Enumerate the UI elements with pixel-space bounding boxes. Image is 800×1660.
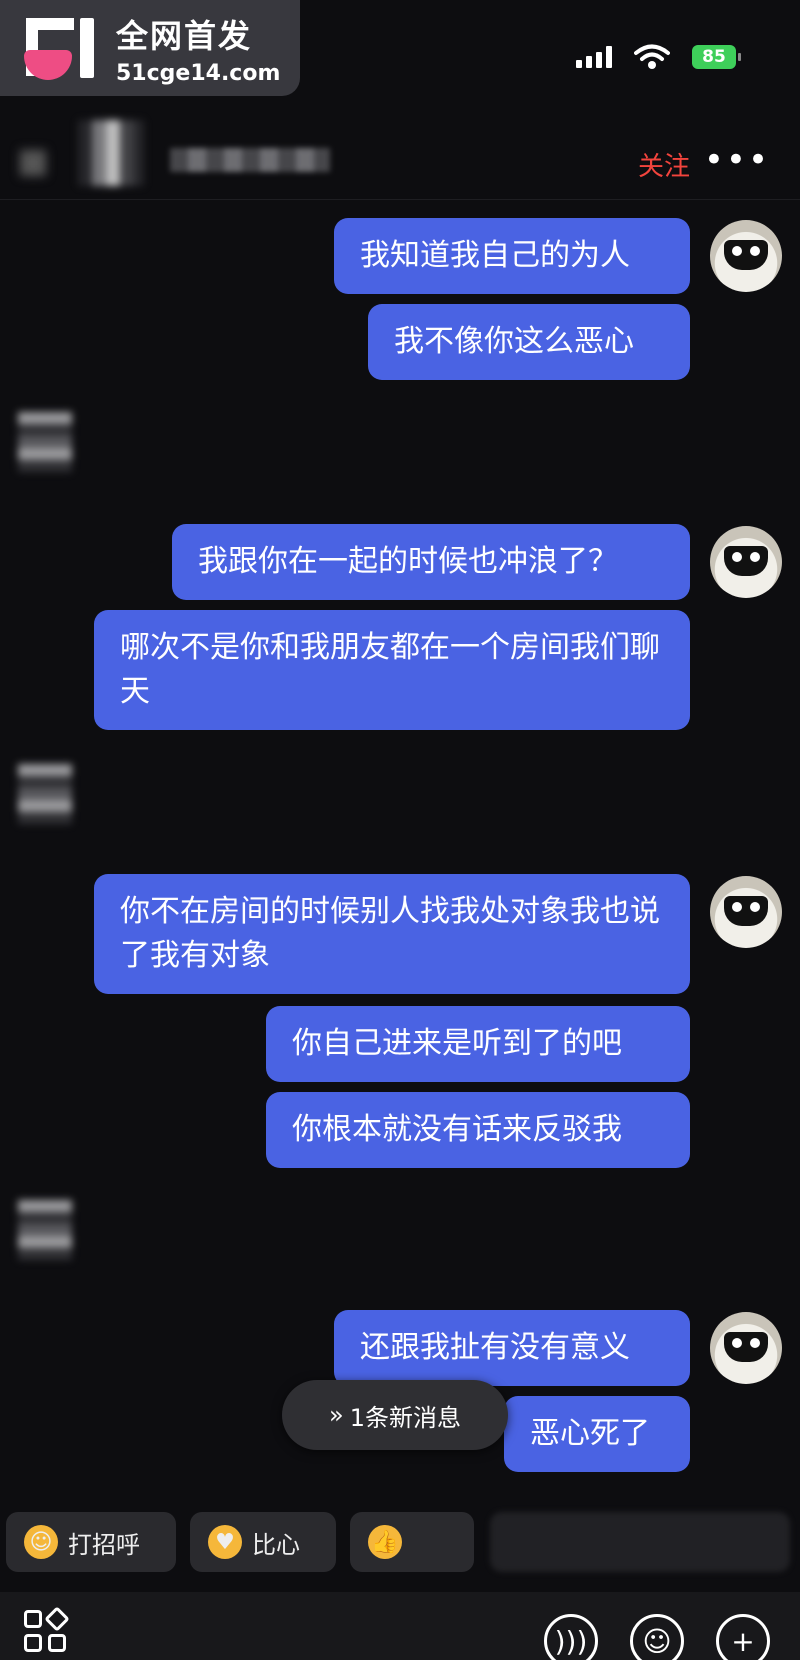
message-bubble[interactable]: 你自己进来是听到了的吧 <box>266 1006 690 1082</box>
heart-hands-emoji-icon: ♥ <box>208 1525 242 1559</box>
watermark-banner: 全网首发 51cge14.com <box>0 0 300 96</box>
quick-reply-label: 打招呼 <box>68 1530 140 1559</box>
contact-avatar[interactable] <box>78 120 144 186</box>
chat-screen: 全网首发 51cge14.com 85 关注 ••• 我知道我自己的为人 我不像… <box>0 0 800 1660</box>
my-avatar[interactable] <box>710 876 782 948</box>
message-bubble[interactable]: 我不像你这么恶心 <box>368 304 690 380</box>
status-bar: 85 <box>576 44 741 70</box>
signal-icon <box>576 46 612 68</box>
other-avatar[interactable] <box>18 764 72 824</box>
watermark-logo <box>22 16 102 80</box>
follow-button[interactable]: 关注 <box>638 146 690 183</box>
new-message-pill[interactable]: » 1条新消息 <box>282 1380 508 1450</box>
input-toolbar: ))) ☺ + <box>0 1592 800 1660</box>
message-bubble[interactable]: 我知道我自己的为人 <box>334 218 690 294</box>
message-bubble[interactable]: 你根本就没有话来反驳我 <box>266 1092 690 1168</box>
message-bubble[interactable]: 你不在房间的时候别人找我处对象我也说了我有对象 <box>94 874 690 994</box>
message-bubble[interactable]: 哪次不是你和我朋友都在一个房间我们聊天 <box>94 610 690 730</box>
my-avatar[interactable] <box>710 526 782 598</box>
battery-icon: 85 <box>692 45 741 69</box>
contact-name-redacted <box>170 148 330 172</box>
my-avatar[interactable] <box>710 220 782 292</box>
quick-reply-thumbs[interactable]: 👍 <box>350 1512 474 1572</box>
voice-icon[interactable]: ))) <box>544 1614 598 1660</box>
double-chevron-down-icon: » <box>329 1401 344 1429</box>
more-icon[interactable]: ••• <box>704 140 770 180</box>
quick-reply-label: 比心 <box>252 1530 300 1559</box>
message-bubble[interactable]: 恶心死了 <box>504 1396 690 1472</box>
message-bubble[interactable]: 还跟我扯有没有意义 <box>334 1310 690 1386</box>
thumbs-up-emoji-icon: 👍 <box>368 1525 402 1559</box>
back-icon[interactable] <box>20 150 46 176</box>
new-message-label: 1条新消息 <box>349 1403 461 1432</box>
other-avatar[interactable] <box>18 412 72 472</box>
plus-icon[interactable]: + <box>716 1614 770 1660</box>
message-bubble[interactable]: 我跟你在一起的时候也冲浪了？ <box>172 524 690 600</box>
quick-reply-more-redacted <box>490 1512 790 1572</box>
apps-icon[interactable] <box>24 1606 72 1658</box>
wave-emoji-icon: ☺ <box>24 1525 58 1559</box>
watermark-title: 全网首发 <box>116 16 253 55</box>
emoji-icon[interactable]: ☺ <box>630 1614 684 1660</box>
other-avatar[interactable] <box>18 1200 72 1260</box>
quick-reply-greet[interactable]: ☺ 打招呼 <box>6 1512 176 1572</box>
wifi-icon <box>634 44 670 70</box>
quick-reply-heart[interactable]: ♥ 比心 <box>190 1512 336 1572</box>
chat-header: 关注 ••• <box>0 110 800 200</box>
my-avatar[interactable] <box>710 1312 782 1384</box>
watermark-url: 51cge14.com <box>116 60 281 86</box>
